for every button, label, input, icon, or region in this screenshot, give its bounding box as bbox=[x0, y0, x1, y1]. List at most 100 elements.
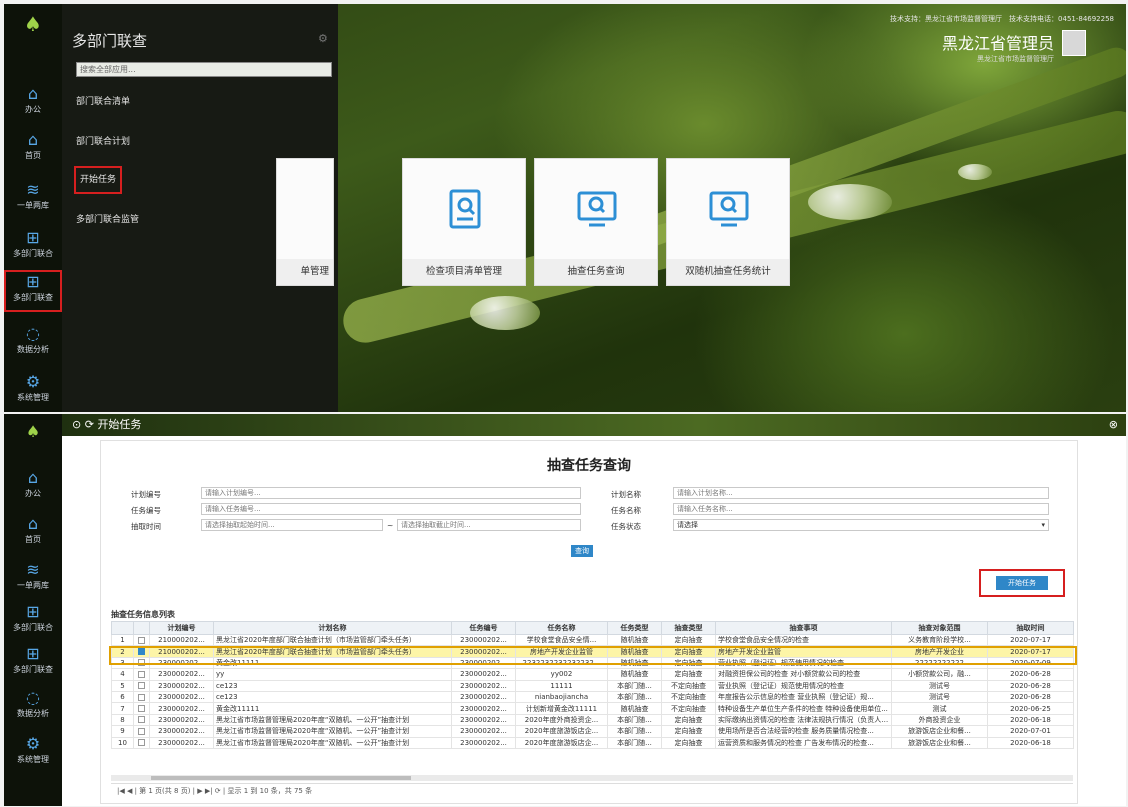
row-checkbox[interactable] bbox=[133, 633, 150, 647]
time-start-input[interactable]: 请选择抽取起始时间... bbox=[201, 519, 383, 531]
back-icon[interactable]: ⊙ bbox=[72, 418, 81, 431]
table-cell: 2020-06-25 bbox=[987, 702, 1074, 715]
checkbox-icon[interactable] bbox=[138, 682, 145, 690]
tile-random-check-stats[interactable]: 双随机抽查任务统计 bbox=[666, 158, 790, 286]
refresh-icon[interactable]: ⟳ bbox=[85, 418, 94, 431]
column-header[interactable]: 任务类型 bbox=[607, 621, 662, 635]
row-checkbox[interactable] bbox=[133, 656, 150, 670]
table-row[interactable]: 1 210000202... 黑龙江省2020年度部门联合抽查计划（市场监管部门牵头… bbox=[111, 633, 1074, 647]
menu-item-joint-plan[interactable]: 部门联合计划 bbox=[76, 130, 130, 154]
table-row[interactable]: 7 230000202... 黄金改11111 230000202... 计划新增黄金改… bbox=[111, 702, 1074, 715]
table-row[interactable]: 3 230000202... 黄金改11111 230000202... 2232232… bbox=[111, 656, 1074, 670]
tile-check-item-list[interactable]: 检查项目清单管理 bbox=[402, 158, 526, 286]
column-header[interactable]: 任务名称 bbox=[515, 621, 608, 635]
checkbox-icon[interactable] bbox=[138, 670, 145, 678]
scrollbar-thumb[interactable] bbox=[151, 776, 411, 780]
row-checkbox[interactable] bbox=[133, 725, 150, 738]
row-checkbox[interactable] bbox=[133, 645, 150, 658]
table-row[interactable]: 10 230000202... 黑龙江省市场监督管理局2020年度“双随机、一公开”… bbox=[111, 736, 1074, 749]
table-cell: 4 bbox=[111, 668, 134, 681]
table-cell: 定向抽查 bbox=[661, 725, 716, 738]
checkbox-icon[interactable] bbox=[138, 636, 145, 644]
start-task-button[interactable]: 开始任务 bbox=[979, 569, 1065, 597]
table-cell: 运营资质和服务情况的检查 广告发布情况的检查... bbox=[715, 736, 892, 749]
column-header[interactable]: 抽查类型 bbox=[661, 621, 716, 635]
checkbox-icon[interactable] bbox=[138, 705, 145, 713]
table-cell: 黑龙江省市场监督管理局2020年度“双随机、一公开”抽查计划 bbox=[213, 736, 452, 749]
avatar[interactable] bbox=[1062, 30, 1086, 56]
sidebar-item-joint[interactable]: ⊞ 多部门联合 bbox=[4, 604, 62, 633]
menu-item-joint-supervise[interactable]: 多部门联合监管 bbox=[76, 208, 139, 232]
table-row[interactable]: 9 230000202... 黑龙江省市场监督管理局2020年度“双随机、一公开”抽… bbox=[111, 725, 1074, 738]
tile-list-manage[interactable]: 单管理 bbox=[276, 158, 334, 286]
query-button[interactable]: 查询 bbox=[571, 545, 593, 557]
gear-icon[interactable]: ⚙ bbox=[318, 32, 328, 45]
row-checkbox[interactable] bbox=[133, 713, 150, 727]
table-cell: 随机抽查 bbox=[607, 668, 662, 681]
column-header[interactable]: 抽查对象范围 bbox=[891, 621, 988, 635]
task-name-input[interactable]: 请输入任务名称... bbox=[673, 503, 1049, 515]
row-checkbox[interactable] bbox=[133, 690, 150, 704]
pagination-bar[interactable]: |◀ ◀ | 第 1 页(共 8 页) | ▶ ▶| ⟳ | 显示 1 到 10… bbox=[111, 783, 1073, 797]
table-row[interactable]: 5 230000202... ce123 230000202... 11111 本部门随.… bbox=[111, 679, 1074, 692]
time-end-input[interactable]: 请选择抽取截止时间... bbox=[397, 519, 581, 531]
checkbox-icon[interactable] bbox=[138, 659, 145, 667]
app-search-input[interactable]: 搜索全部应用... bbox=[76, 62, 332, 77]
table-cell: ce123 bbox=[213, 679, 452, 692]
column-header[interactable]: 抽查事项 bbox=[715, 621, 892, 635]
sidebar-item-joint-check[interactable]: ⊞ 多部门联查 bbox=[4, 270, 62, 312]
layers-icon: ≋ bbox=[26, 560, 40, 579]
row-checkbox[interactable] bbox=[133, 668, 150, 681]
table-cell: 本部门随... bbox=[607, 679, 662, 692]
table-row[interactable]: 4 230000202... yy 230000202... yy002 随机抽查 定向抽查… bbox=[111, 668, 1074, 681]
checkbox-icon[interactable] bbox=[138, 739, 145, 747]
table-row[interactable]: 8 230000202... 黑龙江省市场监督管理局2020年度“双随机、一公开”抽… bbox=[111, 713, 1074, 727]
checkbox-icon[interactable] bbox=[138, 716, 145, 724]
sidebar-item-settings[interactable]: ⚙ 系统管理 bbox=[4, 374, 62, 403]
table-cell: 11111 bbox=[515, 679, 608, 692]
sidebar-item-home[interactable]: ⌂ 首页 bbox=[4, 516, 62, 545]
sidebar-item-home[interactable]: ⌂ 首页 bbox=[4, 132, 62, 161]
sidebar-item-list[interactable]: ≋ 一单两库 bbox=[4, 182, 62, 211]
sidebar-item-list[interactable]: ≋ 一单两库 bbox=[4, 562, 62, 591]
checkbox-icon[interactable] bbox=[138, 693, 145, 701]
table-cell: 230000202... bbox=[451, 656, 516, 670]
table-cell: 8 bbox=[111, 713, 134, 727]
table-cell: 营业执照（登记证）规范使用情况的检查 bbox=[715, 656, 892, 670]
sidebar-item-office[interactable]: ⌂ 办公 bbox=[4, 86, 62, 115]
checkbox-icon[interactable] bbox=[138, 727, 145, 735]
checkbox-icon[interactable] bbox=[138, 648, 145, 656]
sidebar-item-analysis[interactable]: ◌ 数据分析 bbox=[4, 690, 62, 719]
column-header[interactable]: 任务编号 bbox=[451, 621, 516, 635]
table-cell: 随机抽查 bbox=[607, 656, 662, 670]
sidebar-item-joint[interactable]: ⊞ 多部门联合 bbox=[4, 230, 62, 259]
task-status-select[interactable]: 请选择 ▾ bbox=[673, 519, 1049, 531]
table-cell: 计划新增黄金改11111 bbox=[515, 702, 608, 715]
table-row[interactable]: 2 210000202... 黑龙江省2020年度部门联合抽查计划（市场监管部门牵头… bbox=[111, 645, 1074, 658]
row-checkbox[interactable] bbox=[133, 702, 150, 715]
tile-task-query[interactable]: 抽查任务查询 bbox=[534, 158, 658, 286]
user-name[interactable]: 黑龙江省管理员 bbox=[890, 30, 1054, 54]
plan-name-input[interactable]: 请输入计划名称... bbox=[673, 487, 1049, 499]
plan-no-input[interactable]: 请输入计划编号... bbox=[201, 487, 581, 499]
task-no-input[interactable]: 请输入任务编号... bbox=[201, 503, 581, 515]
sidebar-item-analysis[interactable]: ◌ 数据分析 bbox=[4, 326, 62, 355]
menu-item-start-task[interactable]: 开始任务 bbox=[73, 166, 123, 194]
row-checkbox[interactable] bbox=[133, 679, 150, 692]
table-cell: 定向抽查 bbox=[661, 645, 716, 658]
close-icon[interactable]: ⊗ bbox=[1109, 414, 1118, 436]
table-cell: 学校食堂食品安全情... bbox=[515, 633, 608, 647]
sidebar-item-office[interactable]: ⌂ 办公 bbox=[4, 470, 62, 499]
row-checkbox[interactable] bbox=[133, 736, 150, 749]
horizontal-scrollbar[interactable] bbox=[111, 775, 1073, 781]
menu-item-joint-list[interactable]: 部门联合清单 bbox=[76, 90, 130, 114]
home-icon: ⌂ bbox=[27, 468, 39, 487]
column-header[interactable]: 计划名称 bbox=[213, 621, 452, 635]
table-cell: 2020-07-09 bbox=[987, 656, 1074, 670]
table-row[interactable]: 6 230000202... ce123 230000202... nianbaojia… bbox=[111, 690, 1074, 704]
sidebar-item-joint-check[interactable]: ⊞ 多部门联查 bbox=[4, 646, 62, 675]
column-header[interactable]: 抽取时间 bbox=[987, 621, 1074, 635]
column-header[interactable]: 计划编号 bbox=[149, 621, 214, 635]
table-cell: 本部门随... bbox=[607, 713, 662, 727]
sidebar-item-settings[interactable]: ⚙ 系统管理 bbox=[4, 736, 62, 765]
